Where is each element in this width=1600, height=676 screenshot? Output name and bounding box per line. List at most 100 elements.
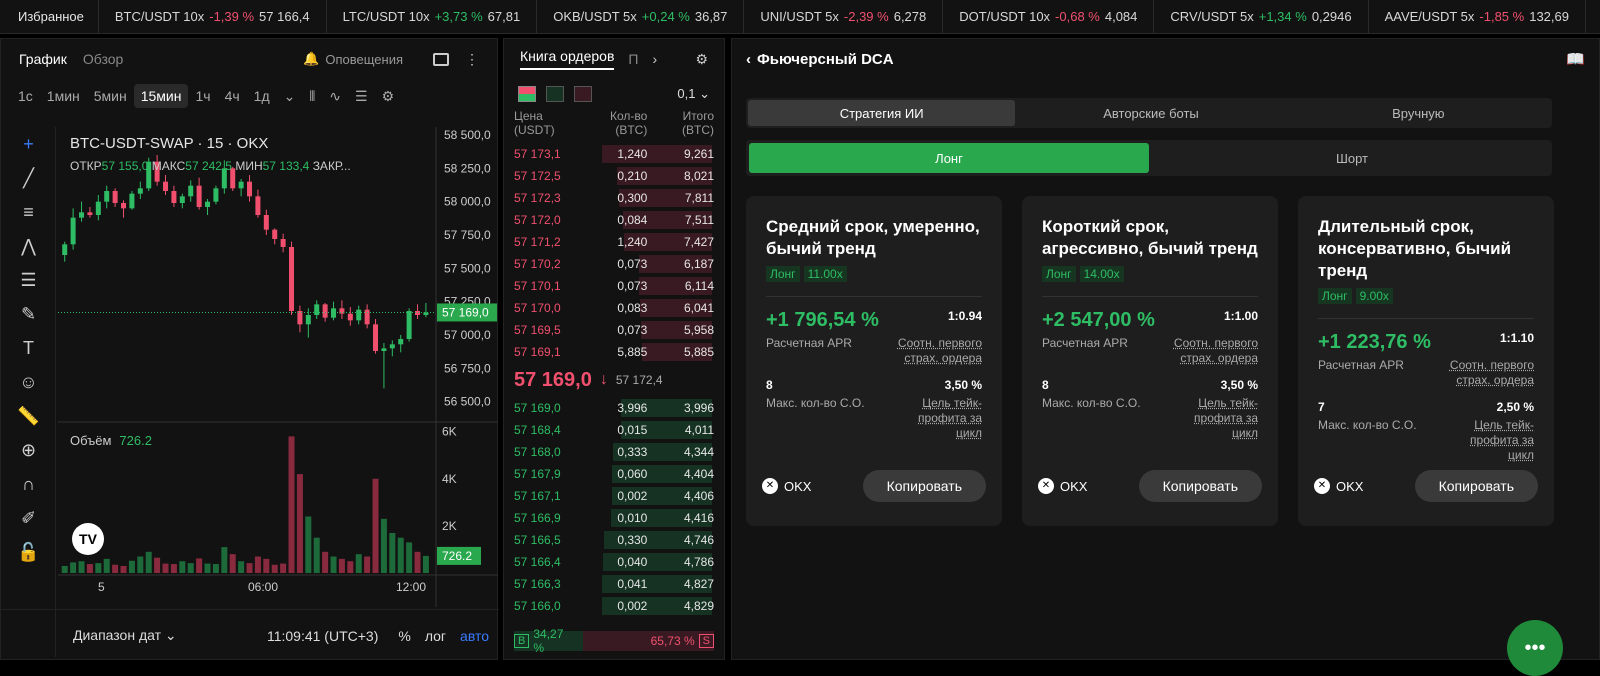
settings-sliders-icon[interactable]: ⚙ [695,51,708,68]
order-row[interactable]: 57 173,1 1,240 9,261 [504,143,724,165]
view-both-icon[interactable] [518,86,536,102]
magnet-icon[interactable]: ∩ [1,467,56,501]
strategy-card[interactable]: Длительный срок, консервативно, бычий тр… [1298,196,1554,526]
order-row[interactable]: 57 171,2 1,240 7,427 [504,231,724,253]
alerts-button[interactable]: 🔔 Оповещения [303,51,403,67]
timeframe-2[interactable]: 5мин [87,84,134,108]
percent-toggle[interactable]: % [398,628,410,644]
timeframe-0[interactable]: 1с [11,84,40,108]
order-row[interactable]: 57 169,1 5,885 5,885 [504,341,724,363]
strategy-card[interactable]: Короткий срок, агрессивно, бычий тренд Л… [1022,196,1278,526]
brush-icon[interactable]: ✎ [1,297,56,331]
timeframe-6[interactable]: 1д [247,84,277,108]
candle [289,247,295,311]
copy-button[interactable]: Копировать [862,470,986,502]
zoom-icon[interactable]: ⊕ [1,433,56,467]
order-row[interactable]: 57 166,3 0,041 4,827 [504,573,724,595]
tab-trades[interactable]: П [628,51,638,67]
more-icon[interactable]: ⋮ [465,51,479,68]
emoji-icon[interactable]: ☺ [1,365,56,399]
chevron-down-icon[interactable]: ⌄ [277,84,303,109]
tradingview-logo[interactable]: TV [72,523,104,555]
timeframe-1[interactable]: 1мин [40,84,87,108]
tick-size-select[interactable]: 0,1 ⌄ [677,86,710,102]
order-row[interactable]: 57 168,4 0,015 4,011 [504,419,724,441]
text-icon[interactable]: T [1,331,56,365]
tab-author-bots[interactable]: Авторские боты [1017,98,1284,128]
volume-bar [120,565,127,573]
order-row[interactable]: 57 170,2 0,073 6,187 [504,253,724,275]
chat-icon: ••• [1524,636,1546,659]
ticker-item[interactable]: OKB/USDT 5x +0,24 % 36,87 [536,0,743,33]
ticker-item[interactable]: ETH/USDT 10x [1584,0,1600,33]
tab-chart[interactable]: График [19,51,67,67]
candlestick-chart[interactable]: 58 500,0 58 250,0 58 000,0 57 750,0 57 500,0… [58,127,498,607]
order-row[interactable]: 57 170,0 0,083 6,041 [504,297,724,319]
copy-button[interactable]: Копировать [1414,470,1538,502]
volume-tag: 726.2 [442,549,472,563]
tab-overview[interactable]: Обзор [83,51,123,67]
order-row[interactable]: 57 170,1 0,073 6,114 [504,275,724,297]
candles-icon[interactable]: ⫴ [302,84,322,109]
ticker-item[interactable]: CRV/USDT 5x +1,34 % 0,2946 [1153,0,1367,33]
ticker-item[interactable]: UNI/USDT 5x -2,39 % 6,278 [743,0,942,33]
window-icon[interactable] [433,52,449,66]
order-row[interactable]: 57 167,9 0,060 4,404 [504,463,724,485]
order-row[interactable]: 57 172,0 0,084 7,511 [504,209,724,231]
order-row[interactable]: 57 166,0 0,002 4,829 [504,595,724,617]
price-tick: 57 750,0 [444,228,491,242]
order-row[interactable]: 57 169,5 0,073 5,958 [504,319,724,341]
date-range-button[interactable]: Диапазон дат ⌄ [73,627,177,644]
tab-short[interactable]: Шорт [1152,140,1552,176]
candle [297,311,303,325]
ticker-item[interactable]: BTC/USDT 10x -1,39 % 57 166,4 [97,0,326,33]
back-icon[interactable]: ‹ [746,51,751,68]
tab-ai-strategy[interactable]: Стратегия ИИ [748,100,1016,126]
tp-value: 2,50 % [1496,400,1534,414]
ticker-item[interactable]: DOT/USDT 10x -0,68 % 4,084 [942,0,1153,33]
lock-icon[interactable]: 🔓 [1,535,56,569]
timeframe-3[interactable]: 15мин [133,84,189,108]
strategy-card[interactable]: Средний срок, умеренно, бычий тренд Лонг… [746,196,1002,526]
tab-long[interactable]: Лонг [749,143,1149,173]
trend-line-icon[interactable]: ╱ [1,161,56,195]
order-row[interactable]: 57 169,0 3,996 3,996 [504,397,724,419]
buy-sell-ratio: B 34,27 % 65,73 % S [514,627,714,655]
timeframe-5[interactable]: 4ч [218,84,247,108]
order-row[interactable]: 57 172,5 0,210 8,021 [504,165,724,187]
order-row[interactable]: 57 166,9 0,010 4,416 [504,507,724,529]
copy-button[interactable]: Копировать [1138,470,1262,502]
order-row[interactable]: 57 172,3 0,300 7,811 [504,187,724,209]
tab-order-book[interactable]: Книга ордеров [520,48,615,70]
crosshair-icon[interactable]: + [1,127,56,161]
order-row[interactable]: 57 167,1 0,002 4,406 [504,485,724,507]
view-bids-icon[interactable] [546,86,564,102]
chart-canvas[interactable]: 58 500,0 58 250,0 58 000,0 57 750,0 57 500,0… [58,127,498,607]
ticker-item[interactable]: AAVE/USDT 5x -1,85 % 132,69 [1367,0,1585,33]
chevron-right-icon[interactable]: › [652,51,657,67]
tab-manual[interactable]: Вручную [1285,98,1552,128]
view-asks-icon[interactable] [574,86,592,102]
pencil-lock-icon[interactable]: ✐ [1,501,56,535]
volume-bar [338,558,345,573]
order-row[interactable]: 57 166,4 0,040 4,786 [504,551,724,573]
auto-toggle[interactable]: авто [460,628,489,644]
ticker-item[interactable]: LTC/USDT 10x +3,73 % 67,81 [325,0,537,33]
volume-bar [364,556,371,573]
order-row[interactable]: 57 168,0 0,333 4,344 [504,441,724,463]
volume-bar [204,563,211,573]
timeframe-4[interactable]: 1ч [188,84,217,108]
order-row[interactable]: 57 166,5 0,330 4,746 [504,529,724,551]
book-icon[interactable]: 📖 [1566,50,1585,68]
fib-icon[interactable]: ☰ [1,263,56,297]
indicators-icon[interactable]: ∿ [322,84,348,109]
volume-bar [380,518,387,573]
pattern-icon[interactable]: ⋀ [1,229,56,263]
log-toggle[interactable]: лог [425,628,446,644]
layout-icon[interactable]: ☰ [348,84,375,109]
horizontal-lines-icon[interactable]: ≡ [1,195,56,229]
chat-button[interactable]: ••• [1507,620,1563,676]
favorites-label[interactable]: Избранное [0,9,98,24]
ruler-icon[interactable]: 📏 [1,399,56,433]
settings-icon[interactable]: ⚙ [375,84,402,109]
